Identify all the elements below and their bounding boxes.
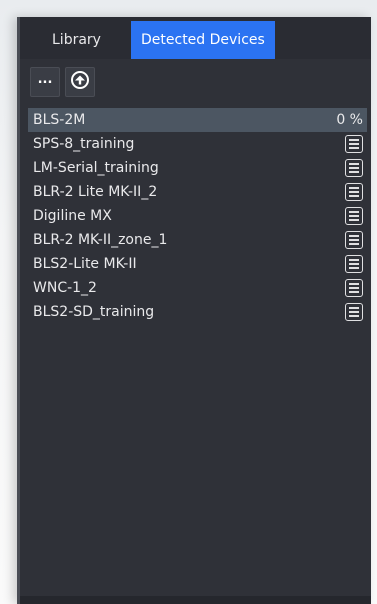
tab-bar: Library Detected Devices	[20, 17, 371, 59]
devices-panel: Library Detected Devices ... BLS-2M 0 %	[17, 17, 371, 604]
list-menu-icon[interactable]	[345, 231, 363, 249]
device-name: WNC-1_2	[33, 280, 97, 296]
upload-circle-icon	[70, 70, 90, 94]
device-name: BLS-2M	[33, 112, 86, 128]
more-button[interactable]: ...	[30, 67, 60, 97]
device-name: Digiline MX	[33, 208, 112, 224]
device-name: BLR-2 Lite MK-II_2	[33, 184, 158, 200]
device-name: BLS2-SD_training	[33, 304, 155, 320]
device-row[interactable]: BLS2-Lite MK-II	[28, 252, 367, 276]
device-name: BLS2-Lite MK-II	[33, 256, 137, 272]
tab-library[interactable]: Library	[42, 21, 111, 59]
toolbar: ...	[20, 59, 371, 99]
upload-button[interactable]	[65, 67, 95, 97]
list-menu-icon[interactable]	[345, 135, 363, 153]
device-name: BLR-2 MK-II_zone_1	[33, 232, 168, 248]
device-row[interactable]: BLR-2 Lite MK-II_2	[28, 180, 367, 204]
bottom-strip	[20, 596, 371, 604]
device-row[interactable]: WNC-1_2	[28, 276, 367, 300]
window-frame: Library Detected Devices ... BLS-2M 0 %	[0, 0, 377, 604]
device-progress: 0 %	[336, 112, 363, 128]
device-row[interactable]: BLS-2M 0 %	[28, 108, 367, 132]
list-menu-icon[interactable]	[345, 183, 363, 201]
device-row[interactable]: BLR-2 MK-II_zone_1	[28, 228, 367, 252]
device-row[interactable]: Digiline MX	[28, 204, 367, 228]
device-row[interactable]: SPS-8_training	[28, 132, 367, 156]
device-row[interactable]: BLS2-SD_training	[28, 300, 367, 324]
device-row[interactable]: LM-Serial_training	[28, 156, 367, 180]
device-list: BLS-2M 0 % SPS-8_training LM-Serial_trai…	[28, 108, 367, 324]
device-name: SPS-8_training	[33, 136, 135, 152]
list-menu-icon[interactable]	[345, 207, 363, 225]
tab-detected-devices[interactable]: Detected Devices	[131, 21, 275, 59]
list-menu-icon[interactable]	[345, 255, 363, 273]
list-menu-icon[interactable]	[345, 303, 363, 321]
list-menu-icon[interactable]	[345, 279, 363, 297]
list-menu-icon[interactable]	[345, 159, 363, 177]
device-name: LM-Serial_training	[33, 160, 159, 176]
